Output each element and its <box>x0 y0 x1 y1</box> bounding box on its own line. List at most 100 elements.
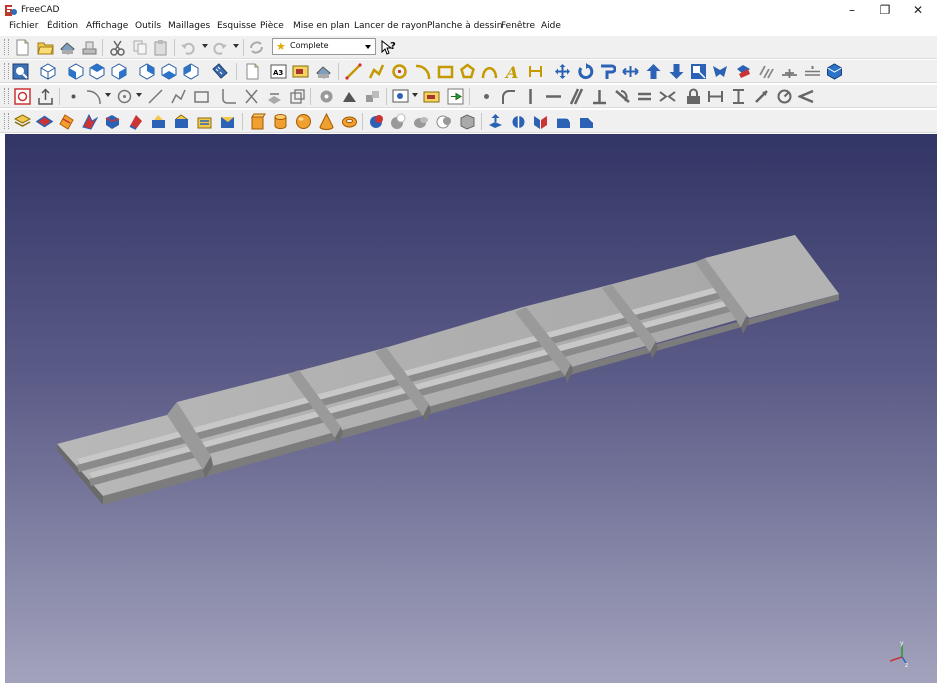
menu-outils[interactable]: Outils <box>135 21 161 31</box>
menu-piece[interactable]: Pièce <box>260 21 284 31</box>
constraint-coincident-icon[interactable] <box>478 88 495 105</box>
constraint-tangent-icon[interactable] <box>614 88 631 105</box>
part-revolve-icon[interactable] <box>510 113 527 130</box>
save-as-icon[interactable] <box>81 39 98 56</box>
draft-point-array-icon[interactable] <box>804 63 821 80</box>
toolbar-grip[interactable] <box>4 113 9 129</box>
draft-line-icon[interactable] <box>345 63 362 80</box>
menu-fenetre[interactable]: Fenêtre <box>501 21 535 31</box>
constraint-equal-icon[interactable] <box>636 88 653 105</box>
undo-dropdown-arrow[interactable] <box>202 44 208 48</box>
part-cut-icon[interactable] <box>390 113 407 130</box>
workbench-selector[interactable]: ★ Complete <box>272 38 376 55</box>
new-sketch-icon[interactable] <box>14 88 31 105</box>
rear-view-icon[interactable] <box>139 63 156 80</box>
undo-icon[interactable] <box>180 39 197 56</box>
sketch-point-icon[interactable] <box>65 88 82 105</box>
top-view-icon[interactable] <box>89 63 106 80</box>
part-fillet-icon[interactable] <box>555 113 572 130</box>
part-torus-icon[interactable] <box>341 113 358 130</box>
mesh-segment-icon[interactable] <box>219 113 236 130</box>
constraint-distance-icon[interactable] <box>753 88 770 105</box>
constraint-perpendicular-icon[interactable] <box>591 88 608 105</box>
sketch-polyline-icon[interactable] <box>170 88 187 105</box>
new-page-a3-icon[interactable]: A3 <box>270 63 287 80</box>
draft-to-sketch-icon[interactable] <box>735 63 752 80</box>
sketch-external-icon[interactable] <box>266 88 283 105</box>
constraint-symmetric-icon[interactable] <box>659 88 676 105</box>
sketch-clone-icon[interactable] <box>364 88 381 105</box>
draft-rectangle-icon[interactable] <box>437 63 454 80</box>
whats-this-icon[interactable]: ? <box>380 39 397 56</box>
mesh-tools-icon[interactable] <box>81 113 98 130</box>
constraint-vertical-distance-icon[interactable] <box>730 88 747 105</box>
sketch-validate-icon[interactable] <box>318 88 335 105</box>
menu-lancer-de-rayon[interactable]: Lancer de rayon <box>354 21 427 31</box>
draft-circle-icon[interactable] <box>391 63 408 80</box>
circle-dropdown-arrow[interactable] <box>136 93 142 97</box>
draft-text-icon[interactable]: A <box>504 63 521 80</box>
restore-button[interactable]: ❐ <box>870 2 900 18</box>
draft-rotate-icon[interactable] <box>577 63 594 80</box>
mesh-analyze-icon[interactable] <box>104 113 121 130</box>
menu-fichier[interactable]: Fichier <box>9 21 38 31</box>
insert-view-icon[interactable] <box>292 63 309 80</box>
menu-esquisse[interactable]: Esquisse <box>217 21 256 31</box>
menu-edition[interactable]: Édition <box>47 21 78 31</box>
refresh-icon[interactable] <box>248 39 265 56</box>
redo-dropdown-arrow[interactable] <box>233 44 239 48</box>
part-section-icon[interactable] <box>459 113 476 130</box>
draft-arc-icon[interactable] <box>414 63 431 80</box>
part-model[interactable] <box>5 134 937 683</box>
draft-upgrade-icon[interactable] <box>645 63 662 80</box>
menu-planche-a-dessin[interactable]: Planche à dessin <box>427 21 502 31</box>
toolbar-grip[interactable] <box>4 88 9 104</box>
menu-affichage[interactable]: Affichage <box>86 21 128 31</box>
bottom-view-icon[interactable] <box>161 63 178 80</box>
part-chamfer-icon[interactable] <box>578 113 595 130</box>
left-view-icon[interactable] <box>183 63 200 80</box>
constraint-vertical-icon[interactable] <box>522 88 539 105</box>
toolbar-grip[interactable] <box>4 63 9 79</box>
constraint-angle-icon[interactable] <box>798 88 815 105</box>
new-page-icon[interactable] <box>244 63 261 80</box>
sketch-section-icon[interactable] <box>423 88 440 105</box>
sketch-mirror-icon[interactable] <box>341 88 358 105</box>
draft-wire-icon[interactable] <box>368 63 385 80</box>
draft-move-icon[interactable] <box>554 63 571 80</box>
front-view-icon[interactable] <box>68 63 85 80</box>
part-extrude-icon[interactable] <box>487 113 504 130</box>
constraint-radius-icon[interactable] <box>776 88 793 105</box>
leave-sketch-icon[interactable] <box>37 88 54 105</box>
mesh-harmonize-icon[interactable] <box>150 113 167 130</box>
arc-dropdown-arrow[interactable] <box>105 93 111 97</box>
run-macro-icon[interactable] <box>447 88 464 105</box>
measure-distance-icon[interactable] <box>211 63 228 80</box>
sketch-carbon-copy-icon[interactable] <box>289 88 306 105</box>
new-document-icon[interactable] <box>14 39 31 56</box>
draft-snap-icon[interactable] <box>826 63 843 80</box>
mesh-from-shape-icon[interactable] <box>58 113 75 130</box>
part-sphere-icon[interactable] <box>295 113 312 130</box>
part-cone-icon[interactable] <box>318 113 335 130</box>
constraint-horizontal-icon[interactable] <box>545 88 562 105</box>
constraint-parallel-icon[interactable] <box>568 88 585 105</box>
draft-trimex-icon[interactable] <box>622 63 639 80</box>
toolbar-grip[interactable] <box>4 39 9 55</box>
draft-offset-icon[interactable] <box>599 63 616 80</box>
minimize-button[interactable]: – <box>837 2 867 18</box>
part-boolean-icon[interactable] <box>368 113 385 130</box>
draft-polygon-icon[interactable] <box>459 63 476 80</box>
constraint-lock-icon[interactable] <box>685 88 702 105</box>
draft-downgrade-icon[interactable] <box>668 63 685 80</box>
constraint-point-on-object-icon[interactable] <box>499 88 516 105</box>
mesh-flip-normals-icon[interactable] <box>127 113 144 130</box>
cut-icon[interactable] <box>109 39 126 56</box>
draft-dimension-icon[interactable] <box>527 63 544 80</box>
part-box-icon[interactable] <box>249 113 266 130</box>
view-dropdown-arrow[interactable] <box>412 93 418 97</box>
axonometric-view-icon[interactable] <box>40 63 57 80</box>
constraint-horizontal-distance-icon[interactable] <box>707 88 724 105</box>
paste-icon[interactable] <box>152 39 169 56</box>
mesh-import-icon[interactable] <box>14 113 31 130</box>
